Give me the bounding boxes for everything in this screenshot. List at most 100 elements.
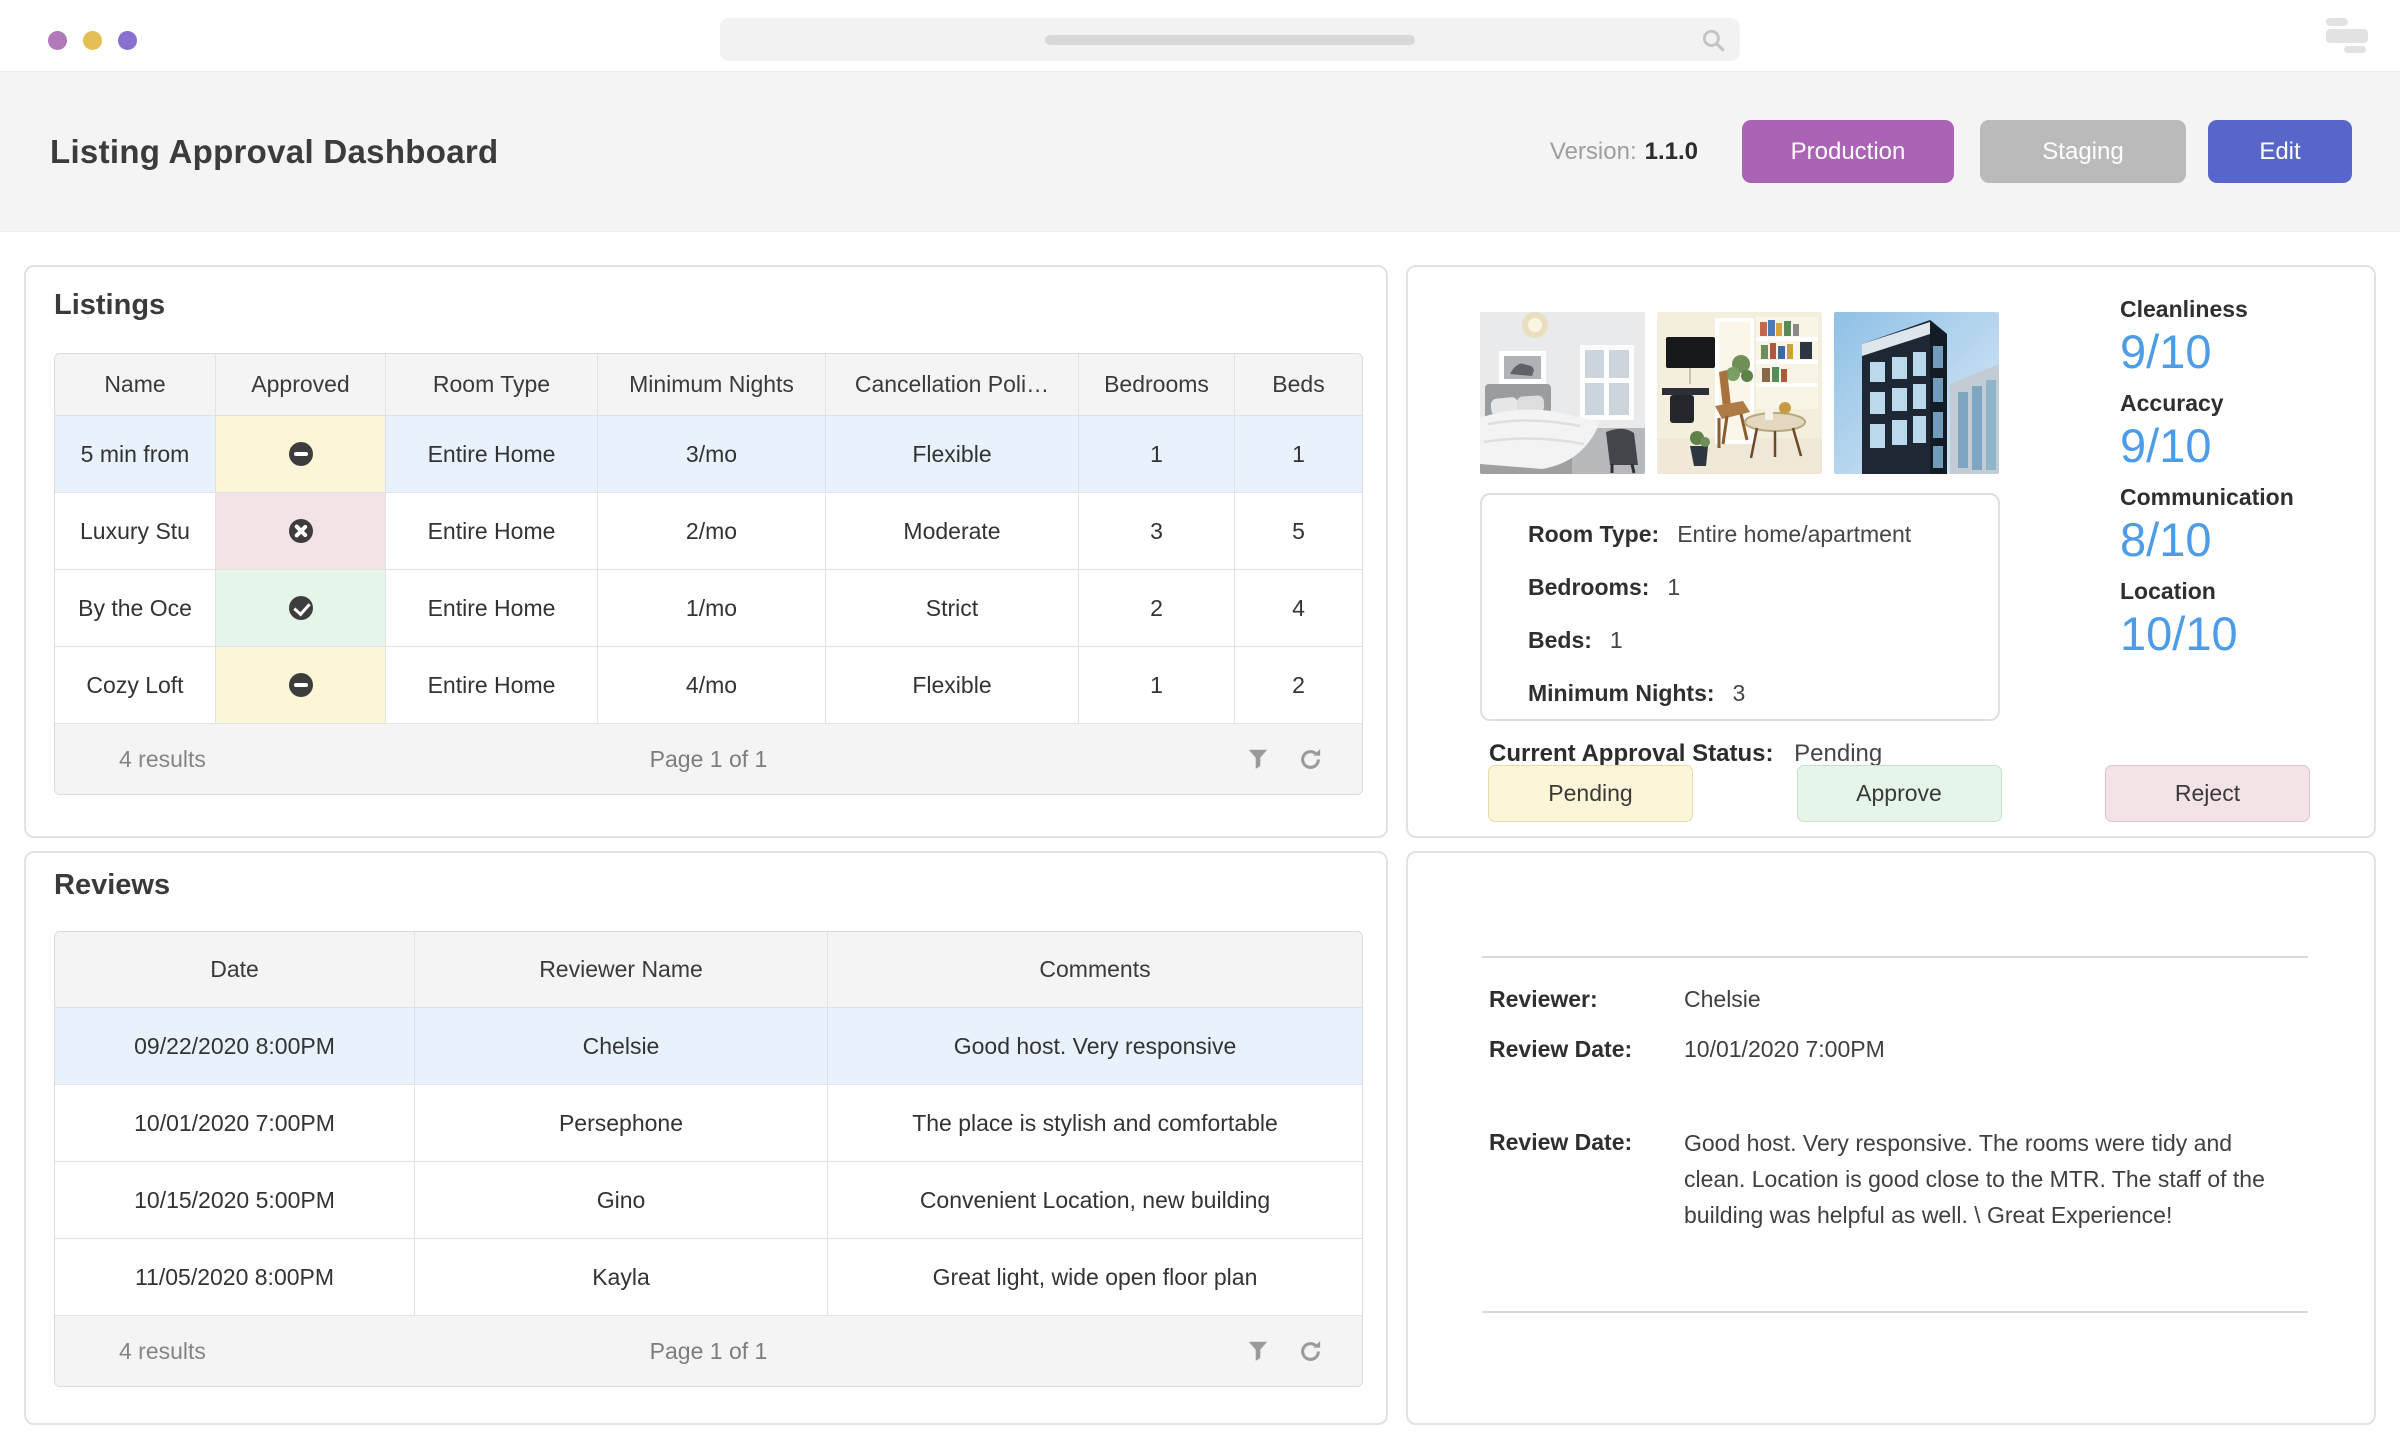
filter-icon[interactable] bbox=[1245, 746, 1271, 772]
listings-title: Listings bbox=[54, 289, 166, 321]
approval-status-value: Pending bbox=[1794, 740, 1883, 767]
cell-cancellation-policy: Strict bbox=[826, 570, 1079, 646]
column-header-reviewer-name[interactable]: Reviewer Name bbox=[415, 932, 828, 1007]
column-header-cancellation-policy[interactable]: Cancellation Poli… bbox=[826, 354, 1079, 415]
cell-bedrooms: 1 bbox=[1079, 647, 1235, 723]
table-row[interactable]: Luxury Stu Entire Home 2/mo Moderate 3 5 bbox=[55, 493, 1362, 570]
version-value: 1.1.0 bbox=[1644, 137, 1698, 165]
table-row[interactable]: 09/22/2020 8:00PM Chelsie Good host. Ver… bbox=[55, 1008, 1362, 1085]
listing-photo-bedroom bbox=[1480, 312, 1645, 474]
reviews-panel: Reviews Date Reviewer Name Comments 09/2… bbox=[24, 851, 1388, 1425]
production-button[interactable]: Production bbox=[1742, 120, 1954, 183]
listing-photos bbox=[1480, 312, 1999, 474]
listing-detail-panel: Cleanliness 9/10 Accuracy 9/10 Communica… bbox=[1406, 265, 2376, 838]
cell-cancellation-policy: Flexible bbox=[826, 416, 1079, 492]
approval-status-icon bbox=[288, 519, 313, 543]
pending-button[interactable]: Pending bbox=[1488, 765, 1693, 822]
window-dot-1[interactable] bbox=[48, 31, 67, 50]
pagination-label: Page 1 of 1 bbox=[649, 745, 768, 772]
cell-minimum-nights: 3/mo bbox=[598, 416, 826, 492]
cell-room-type: Entire Home bbox=[386, 416, 598, 492]
page-header: Listing Approval Dashboard Version: 1.1.… bbox=[0, 72, 2400, 232]
table-row[interactable]: 11/05/2020 8:00PM Kayla Great light, wid… bbox=[55, 1239, 1362, 1316]
page-title: Listing Approval Dashboard bbox=[50, 132, 499, 170]
cell-bedrooms: 2 bbox=[1079, 570, 1235, 646]
cell-room-type: Entire Home bbox=[386, 493, 598, 569]
edit-button[interactable]: Edit bbox=[2208, 120, 2352, 183]
search-icon[interactable] bbox=[1700, 27, 1726, 58]
cell-minimum-nights: 1/mo bbox=[598, 570, 826, 646]
window-menu-icon[interactable] bbox=[2326, 18, 2368, 54]
column-header-bedrooms[interactable]: Bedrooms bbox=[1079, 354, 1235, 415]
listing-info-box: Room Type: Entire home/apartment Bedroom… bbox=[1480, 493, 2000, 721]
reviews-table-header: Date Reviewer Name Comments bbox=[55, 932, 1362, 1008]
listings-table-header: Name Approved Room Type Minimum Nights C… bbox=[55, 354, 1362, 416]
window-dot-2[interactable] bbox=[83, 31, 102, 50]
table-row[interactable]: By the Oce Entire Home 1/mo Strict 2 4 bbox=[55, 570, 1362, 647]
table-row[interactable]: 10/01/2020 7:00PM Persephone The place i… bbox=[55, 1085, 1362, 1162]
cell-minimum-nights: 2/mo bbox=[598, 493, 826, 569]
cell-cancellation-policy: Moderate bbox=[826, 493, 1079, 569]
browser-topbar bbox=[0, 0, 2400, 72]
rating-communication: Communication 8/10 bbox=[2120, 484, 2294, 566]
column-header-approved[interactable]: Approved bbox=[216, 354, 386, 415]
column-header-name[interactable]: Name bbox=[55, 354, 216, 415]
version-label: Version: bbox=[1549, 137, 1637, 165]
column-header-date[interactable]: Date bbox=[55, 932, 415, 1007]
cell-comments: Great light, wide open floor plan bbox=[932, 1263, 1258, 1290]
dashboard-content: Listings Name Approved Room Type Minimum… bbox=[0, 233, 2400, 1440]
rating-cleanliness: Cleanliness 9/10 bbox=[2120, 296, 2248, 378]
approval-status-icon bbox=[288, 596, 313, 620]
column-header-minimum-nights[interactable]: Minimum Nights bbox=[598, 354, 826, 415]
cell-bedrooms: 1 bbox=[1079, 416, 1235, 492]
cell-bedrooms: 3 bbox=[1079, 493, 1235, 569]
approval-cell bbox=[216, 570, 386, 646]
url-placeholder-bar bbox=[1045, 35, 1415, 45]
refresh-icon[interactable] bbox=[1297, 746, 1324, 773]
cell-name: Luxury Stu bbox=[55, 493, 216, 569]
staging-button[interactable]: Staging bbox=[1980, 120, 2186, 183]
approval-cell bbox=[216, 647, 386, 723]
window-dot-3[interactable] bbox=[118, 31, 137, 50]
listing-photo-building bbox=[1834, 312, 1999, 474]
listing-photo-living-room bbox=[1657, 312, 1822, 474]
reviews-table: Date Reviewer Name Comments 09/22/2020 8… bbox=[54, 931, 1363, 1387]
info-room-type: Room Type: Entire home/apartment bbox=[1528, 521, 1912, 547]
info-bedrooms: Bedrooms: 1 bbox=[1528, 574, 1681, 600]
pagination-label: Page 1 of 1 bbox=[649, 1337, 768, 1364]
column-header-comments[interactable]: Comments bbox=[828, 932, 1362, 1007]
filter-icon[interactable] bbox=[1245, 1338, 1271, 1364]
review-detail-panel: Reviewer: Chelsie Review Date: 10/01/202… bbox=[1406, 851, 2376, 1425]
cell-name: Cozy Loft bbox=[55, 647, 216, 723]
divider bbox=[1482, 956, 2308, 958]
approve-button[interactable]: Approve bbox=[1796, 765, 2002, 822]
listings-table: Name Approved Room Type Minimum Nights C… bbox=[54, 353, 1363, 795]
cell-room-type: Entire Home bbox=[386, 570, 598, 646]
cell-comments: The place is stylish and comfortable bbox=[912, 1109, 1278, 1136]
cell-comments: Good host. Very responsive bbox=[828, 1008, 1362, 1084]
refresh-icon[interactable] bbox=[1297, 1338, 1324, 1365]
cell-beds: 4 bbox=[1292, 594, 1305, 621]
header-actions: Version: 1.1.0 Production Staging Edit bbox=[1550, 120, 2352, 183]
column-header-room-type[interactable]: Room Type bbox=[386, 354, 598, 415]
cell-date: 10/01/2020 7:00PM bbox=[55, 1085, 415, 1161]
approval-actions: Pending Approve Reject bbox=[1488, 765, 2310, 822]
table-row[interactable]: 10/15/2020 5:00PM Gino Convenient Locati… bbox=[55, 1162, 1362, 1239]
ratings-list: Cleanliness 9/10 Accuracy 9/10 Communica… bbox=[2120, 295, 2360, 671]
cell-reviewer: Persephone bbox=[415, 1085, 828, 1161]
table-row[interactable]: Cozy Loft Entire Home 4/mo Flexible 1 2 bbox=[55, 647, 1362, 724]
divider bbox=[1482, 1311, 2308, 1313]
cell-name: 5 min from bbox=[55, 416, 216, 492]
listings-panel: Listings Name Approved Room Type Minimum… bbox=[24, 265, 1388, 838]
window-controls bbox=[48, 31, 137, 50]
column-header-beds[interactable]: Beds bbox=[1235, 354, 1362, 415]
reject-button[interactable]: Reject bbox=[2105, 765, 2310, 822]
cell-date: 09/22/2020 8:00PM bbox=[55, 1008, 415, 1084]
review-reviewer-row: Reviewer: Chelsie bbox=[1489, 986, 1761, 1012]
rating-location: Location 10/10 bbox=[2120, 578, 2238, 660]
table-row[interactable]: 5 min from Entire Home 3/mo Flexible 1 1 bbox=[55, 416, 1362, 493]
review-date-row: Review Date: 10/01/2020 7:00PM bbox=[1489, 1036, 1885, 1062]
browser-search-bar[interactable] bbox=[720, 18, 1740, 61]
cell-reviewer: Chelsie bbox=[415, 1008, 828, 1084]
approval-cell bbox=[216, 416, 386, 492]
